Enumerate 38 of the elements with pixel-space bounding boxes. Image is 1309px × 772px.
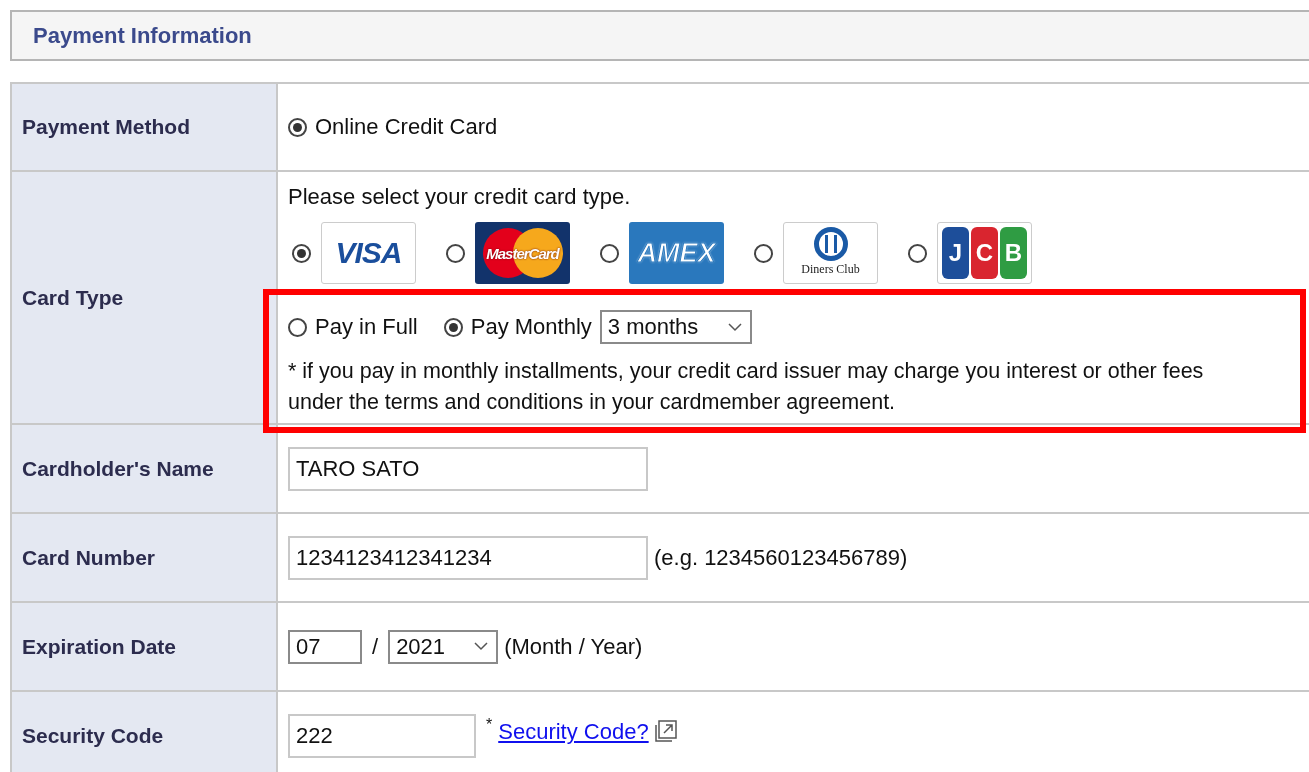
field-label: Card Number [12, 514, 278, 601]
card-logo: VISA [321, 222, 416, 284]
radio-button[interactable] [288, 317, 307, 337]
card-logo: Diners Club [783, 222, 878, 284]
radio-label: Pay in Full [315, 314, 418, 340]
radio-button[interactable] [908, 243, 927, 263]
radio-button[interactable] [754, 243, 773, 263]
field-label: Security Code [12, 692, 278, 772]
name-input[interactable]: TARO SATO [288, 446, 648, 491]
months-dropdown[interactable]: 3 months [599, 310, 752, 344]
card-number-input[interactable]: 1234123412341234 [288, 535, 648, 580]
card-logo: AMEX [629, 222, 724, 284]
required-mark: * [486, 716, 493, 734]
instruction-text: Please select your credit card type. [288, 184, 631, 210]
chevron-icon [727, 322, 742, 332]
field-label: Cardholder's Name [12, 425, 278, 512]
radio-label: Online Credit Card [315, 114, 498, 140]
month-dropdown[interactable]: 07 [288, 629, 362, 664]
field-label: Expiration Date [12, 603, 278, 690]
installment-note: * if you pay in monthly installments, your credit card issuer may charge you interest or other fees under the terms and conditions in your cardmember agreement. [288, 358, 1205, 416]
date-separator: / [372, 633, 379, 660]
chevron-icon [474, 642, 489, 651]
radio-button[interactable] [288, 117, 307, 137]
card-logo: J C B [937, 222, 1032, 284]
radio-button[interactable] [292, 243, 311, 263]
field-label: Payment Method [12, 84, 278, 170]
radio-button[interactable] [443, 317, 463, 337]
format-hint: (Month / Year) [504, 633, 643, 660]
security-code-input[interactable]: 222 [288, 714, 476, 758]
radio-label: Pay Monthly [470, 314, 592, 340]
field-label: Card Type [12, 172, 278, 423]
security-code-link[interactable]: Security Code? [498, 719, 649, 745]
section-title: Payment Information [33, 22, 252, 49]
external-link-icon [654, 720, 677, 742]
example-hint: (e.g. 1234560123456789) [654, 544, 908, 571]
radio-button[interactable] [446, 243, 465, 263]
year-dropdown[interactable]: 2021 [388, 629, 499, 664]
radio-button[interactable] [600, 243, 619, 263]
